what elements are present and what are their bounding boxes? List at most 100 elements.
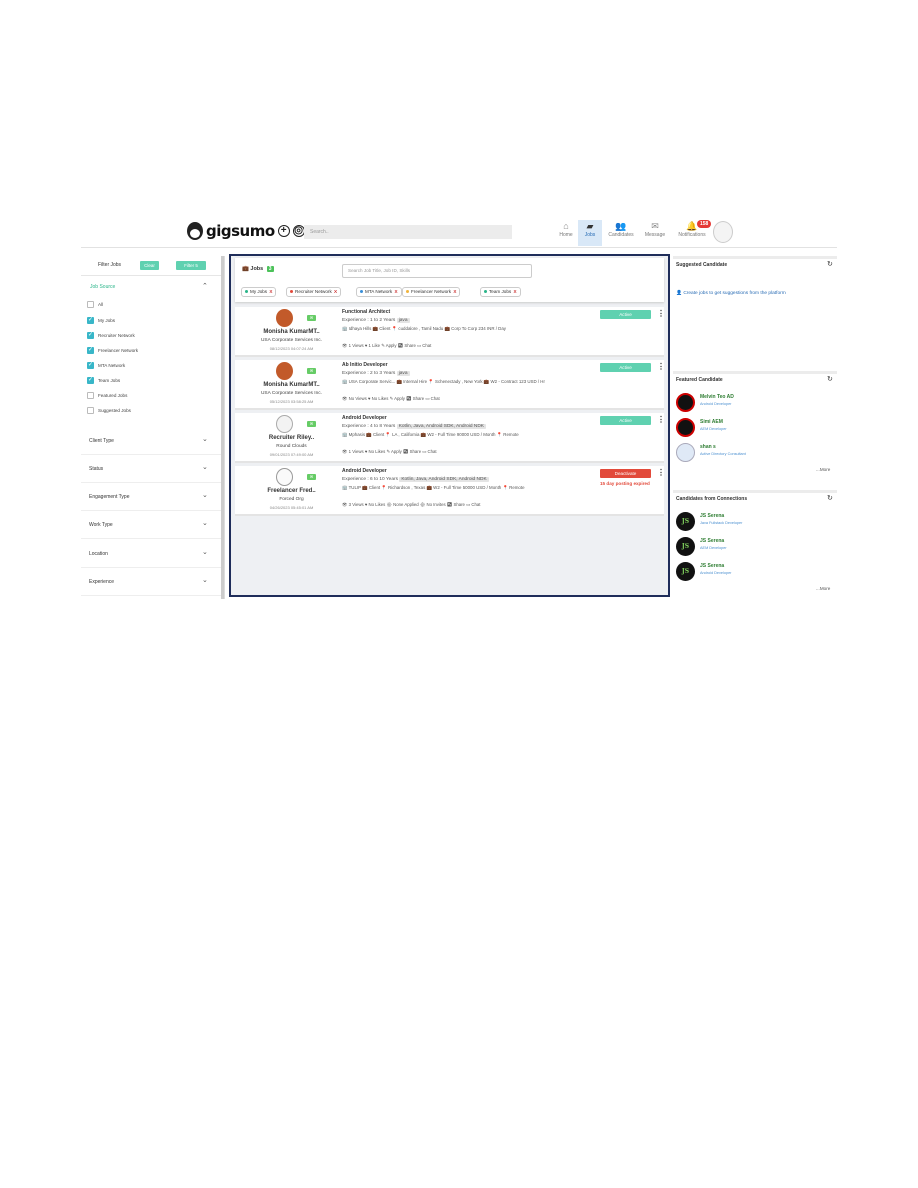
posted-date: 09/01/2023 07:49:00 AM xyxy=(269,452,314,457)
filter-button[interactable]: Filter 5 xyxy=(176,261,206,270)
filter-section-status[interactable]: Status ⌄ xyxy=(81,455,223,483)
more-options-icon[interactable]: ⋮ xyxy=(657,362,665,371)
job-experience: Experience : 6 to 10 Years Kotlin, Java,… xyxy=(342,477,489,482)
job-title[interactable]: Android Developer xyxy=(342,415,387,421)
job-actions[interactable]: 👁 No Views ♥ No Likes ✎ Apply ↪ Share ▭ … xyxy=(342,396,440,402)
filter-chip[interactable]: Recruiter Network X xyxy=(286,287,342,297)
experience-text: Experience : 2 to 3 Years xyxy=(342,371,396,376)
chip-dot xyxy=(360,290,363,294)
chip-remove-icon[interactable]: X xyxy=(334,289,337,294)
filter-section-engagement-type[interactable]: Engagement Type ⌄ xyxy=(81,483,223,511)
featured-candidate-item[interactable]: shan s Active Directory Consultant xyxy=(676,443,826,465)
filter-chip[interactable]: Team Jobs X xyxy=(480,287,521,297)
checkbox[interactable]: ✓ xyxy=(87,376,94,384)
poster-name[interactable]: Recruiter Riley.. xyxy=(235,435,348,441)
featured-candidate-item[interactable]: Simi AEM AEM Developer xyxy=(676,418,826,440)
filter-section-location[interactable]: Location ⌄ xyxy=(81,540,223,568)
logo[interactable]: gigsumo + ◎ xyxy=(187,222,305,240)
job-card[interactable]: ✉ Freelancer Fred.. Forced Org 04/26/2023 0… xyxy=(235,466,665,516)
add-user-icon: 👤 xyxy=(676,291,682,296)
jobs-header: 💼 Jobs 3 Search Job Title, Job ID, Skill… xyxy=(235,258,664,302)
refresh-icon[interactable]: ↻ xyxy=(827,494,833,502)
status-badge[interactable]: Active xyxy=(600,310,651,319)
job-card[interactable]: ✉ Monisha KumarMT.. USA Corporate Services… xyxy=(235,360,665,410)
filter-section-client-type[interactable]: Client Type ⌄ xyxy=(81,427,223,455)
filter-chip[interactable]: Freelancer Network X xyxy=(402,287,461,297)
connection-candidate-item[interactable]: JS JS Serena AEM Developer xyxy=(676,537,826,559)
clear-button[interactable]: Clear xyxy=(140,261,159,270)
chip-remove-icon[interactable]: X xyxy=(269,289,272,294)
job-source-option[interactable]: ✓ My Jobs xyxy=(87,315,115,325)
more-options-icon[interactable]: ⋮ xyxy=(657,415,665,424)
status-badge[interactable]: Deactivate xyxy=(600,469,651,478)
job-source-option[interactable]: ✓ MTA Network xyxy=(87,360,125,370)
checkbox-label: All xyxy=(98,301,104,307)
checkbox[interactable] xyxy=(87,300,94,308)
nav-candidates[interactable]: 👥 Candidates xyxy=(607,220,635,246)
chip-remove-icon[interactable]: X xyxy=(395,289,398,294)
job-actions[interactable]: 👁 3 Views ♥ No Likes ⚙ None Applied ⚙ No… xyxy=(342,502,480,508)
status-badge[interactable]: Active xyxy=(600,416,651,425)
featured-candidate-item[interactable]: Melvin Teo AD Android Developer xyxy=(676,393,826,415)
chip-remove-icon[interactable]: X xyxy=(453,289,456,294)
posted-date: 08/12/2023 04:07:24 AM xyxy=(269,346,314,351)
checkbox[interactable]: ✓ xyxy=(87,316,94,324)
filter-chip[interactable]: MTA Network X xyxy=(356,287,402,297)
more-link[interactable]: ...More xyxy=(816,586,830,591)
refresh-icon[interactable]: ↻ xyxy=(827,375,833,383)
filter-section-experience[interactable]: Experience ⌄ xyxy=(81,568,223,596)
poster-company: Forced Org xyxy=(279,497,304,502)
job-title[interactable]: Android Developer xyxy=(342,468,387,474)
global-search-input[interactable]: Search.. xyxy=(304,225,512,239)
chevron-up-icon[interactable]: ⌃ xyxy=(202,282,208,290)
nav-message[interactable]: ✉ Message xyxy=(642,220,668,246)
checkbox[interactable]: ✓ xyxy=(87,331,94,339)
job-actions[interactable]: 👁 1 Views ♥ 1 Like ✎ Apply ↪ Share ▭ Cha… xyxy=(342,343,431,349)
job-experience: Experience : 4 to 8 Years Kotlin, Java, … xyxy=(342,424,487,429)
avatar: JS xyxy=(676,537,695,556)
more-link[interactable]: ...More xyxy=(816,467,830,472)
avatar xyxy=(276,309,293,327)
job-source-option[interactable]: ✓ Freelancer Network xyxy=(87,345,138,355)
job-source-option[interactable]: All xyxy=(87,299,103,309)
more-options-icon[interactable]: ⋮ xyxy=(657,309,665,318)
avatar xyxy=(276,415,293,433)
checkbox[interactable]: ✓ xyxy=(87,346,94,354)
job-source-option[interactable]: Suggested Jobs xyxy=(87,405,131,415)
poster-name[interactable]: Freelancer Fred.. xyxy=(235,488,348,494)
checkbox[interactable]: ✓ xyxy=(87,361,94,369)
poster-name[interactable]: Monisha KumarMT.. xyxy=(235,329,348,335)
nav-home[interactable]: ⌂ Home xyxy=(554,220,578,246)
more-options-icon[interactable]: ⋮ xyxy=(657,468,665,477)
poster-name[interactable]: Monisha KumarMT.. xyxy=(235,382,348,388)
sidebar-scrollbar[interactable] xyxy=(221,256,224,599)
chat-badge-icon: ✉ xyxy=(307,315,316,321)
target-icon[interactable]: ◎ xyxy=(292,225,305,237)
job-search-input[interactable]: Search Job Title, Job ID, Skills xyxy=(342,264,532,278)
avatar xyxy=(276,362,293,380)
chevron-down-icon: ⌄ xyxy=(202,436,208,443)
job-title[interactable]: Ab Initio Developer xyxy=(342,362,388,368)
filter-section-work-type[interactable]: Work Type ⌄ xyxy=(81,511,223,539)
experience-text: Experience : 4 to 8 Years xyxy=(342,424,396,429)
status-badge[interactable]: Active xyxy=(600,363,651,372)
job-source-option[interactable]: ✓ Recruiter Network xyxy=(87,330,135,340)
filter-chip[interactable]: My Jobs X xyxy=(241,287,277,297)
job-title[interactable]: Functional Architect xyxy=(342,309,390,315)
chip-remove-icon[interactable]: X xyxy=(514,289,517,294)
plus-circle-icon[interactable]: + xyxy=(277,225,290,237)
poster-company: Round Clouds xyxy=(276,444,307,449)
refresh-icon[interactable]: ↻ xyxy=(827,260,833,268)
checkbox[interactable] xyxy=(87,391,94,399)
job-actions[interactable]: 👁 1 Views ♥ No Likes ✎ Apply ↪ Share ▭ C… xyxy=(342,449,437,455)
connection-candidate-item[interactable]: JS JS Serena Android Developer xyxy=(676,562,826,584)
job-card[interactable]: ✉ Recruiter Riley.. Round Clouds 09/01/2023… xyxy=(235,413,665,463)
nav-jobs[interactable]: ▰ Jobs xyxy=(578,220,602,246)
job-source-option[interactable]: Featured Jobs xyxy=(87,390,127,400)
user-avatar[interactable] xyxy=(713,221,733,243)
checkbox[interactable] xyxy=(87,406,94,414)
connection-candidate-item[interactable]: JS JS Serena Java Fullstack Developer xyxy=(676,512,826,534)
job-source-label[interactable]: Job Source xyxy=(90,284,115,290)
job-card[interactable]: ✉ Monisha KumarMT.. USA Corporate Services… xyxy=(235,307,665,357)
job-source-option[interactable]: ✓ Team Jobs xyxy=(87,375,120,385)
